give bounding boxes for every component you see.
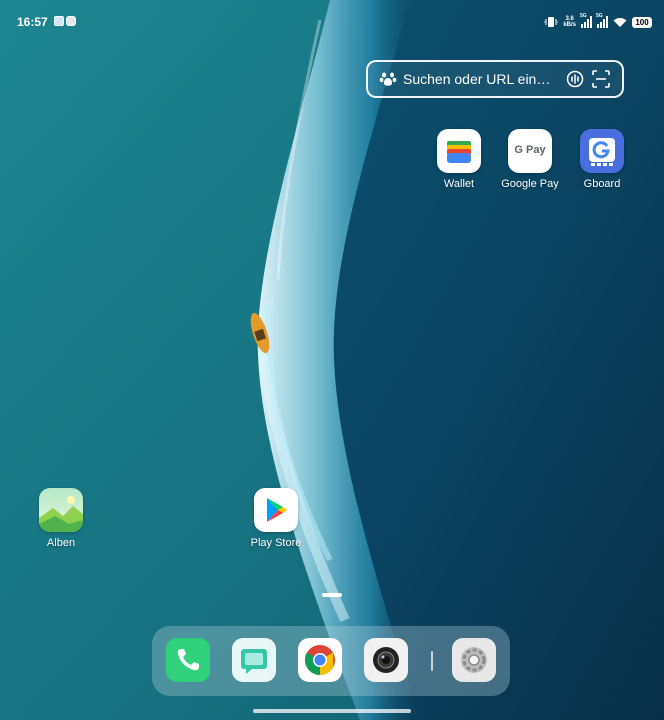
signal-icon: 5G bbox=[596, 13, 608, 28]
wallet-icon bbox=[437, 129, 481, 173]
app-alben[interactable]: Alben bbox=[21, 488, 101, 549]
chrome-icon[interactable] bbox=[298, 638, 342, 682]
app-label: Gboard bbox=[583, 178, 621, 190]
settings-icon[interactable] bbox=[452, 638, 496, 682]
status-bar: 16:57 3.6 kB/s 5G 5G 100 bbox=[0, 0, 664, 40]
notification-icon bbox=[66, 16, 76, 26]
wallpaper bbox=[0, 0, 664, 720]
search-placeholder: Suchen oder URL ein… bbox=[403, 71, 551, 87]
network-speed-unit: kB/s bbox=[563, 22, 576, 28]
vibrate-icon bbox=[544, 17, 559, 27]
home-gesture-bar[interactable] bbox=[253, 709, 411, 713]
voice-search-icon[interactable] bbox=[566, 70, 584, 88]
app-label: Play Store bbox=[250, 537, 302, 549]
app-label: Alben bbox=[46, 537, 76, 549]
network-speed: 3.6 kB/s bbox=[563, 16, 576, 28]
wifi-icon bbox=[613, 17, 627, 27]
app-play-store[interactable]: Play Store bbox=[236, 488, 316, 549]
messages-icon[interactable] bbox=[232, 638, 276, 682]
paw-icon bbox=[379, 72, 397, 86]
dock bbox=[152, 626, 510, 696]
signal-tag: 5G bbox=[580, 13, 587, 19]
gpay-logo-text: G Pay bbox=[514, 144, 546, 156]
signal-icon: 5G bbox=[580, 13, 592, 28]
dock-divider bbox=[431, 651, 433, 671]
gallery-icon bbox=[39, 488, 83, 532]
status-icons: 3.6 kB/s 5G 5G 100 bbox=[544, 13, 652, 30]
search-widget[interactable]: Suchen oder URL ein… bbox=[366, 60, 624, 98]
clock: 16:57 bbox=[17, 15, 48, 29]
app-wallet[interactable]: Wallet bbox=[419, 129, 499, 190]
notification-icon bbox=[54, 16, 64, 26]
battery-icon: 100 bbox=[632, 16, 652, 28]
signal-tag: 5G bbox=[596, 13, 603, 19]
play-store-icon bbox=[254, 488, 298, 532]
scan-icon[interactable] bbox=[592, 70, 610, 88]
gboard-icon bbox=[580, 129, 624, 173]
google-pay-icon: G Pay bbox=[508, 129, 552, 173]
page-indicator[interactable] bbox=[322, 593, 342, 597]
app-label: Wallet bbox=[443, 178, 475, 190]
camera-icon[interactable] bbox=[364, 638, 408, 682]
app-label: Google Pay bbox=[501, 178, 559, 190]
app-google-pay[interactable]: G Pay Google Pay bbox=[490, 129, 570, 190]
phone-icon[interactable] bbox=[166, 638, 210, 682]
app-gboard[interactable]: Gboard bbox=[562, 129, 642, 190]
